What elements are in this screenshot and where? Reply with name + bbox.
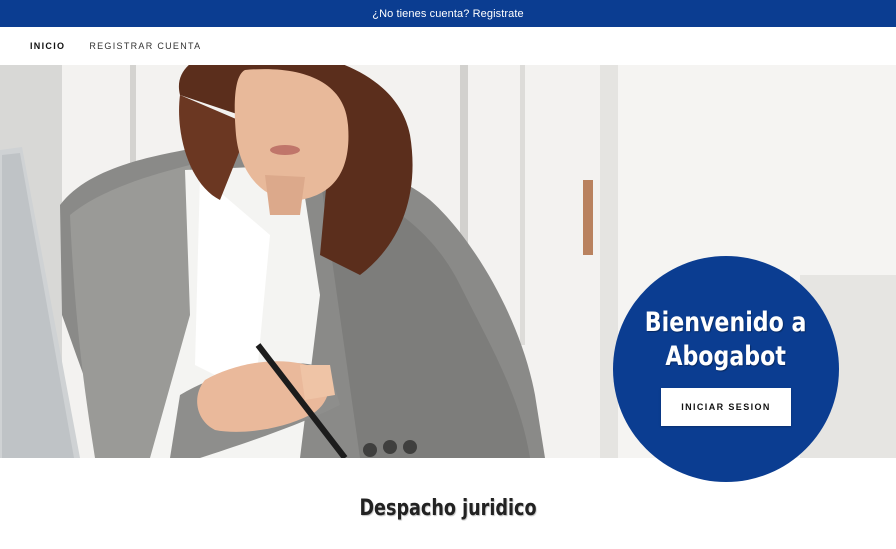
welcome-title: Bienvenido a Abogabot bbox=[645, 306, 807, 374]
main-nav: INICIO REGISTRAR CUENTA bbox=[0, 27, 896, 65]
welcome-badge: Bienvenido a Abogabot INICIAR SESION bbox=[613, 256, 839, 482]
nav-item-inicio[interactable]: INICIO bbox=[30, 41, 65, 51]
announcement-bar: ¿No tienes cuenta? Registrate bbox=[0, 0, 896, 27]
welcome-line-1: Bienvenido a bbox=[645, 307, 807, 338]
login-button[interactable]: INICIAR SESION bbox=[661, 388, 791, 426]
register-link[interactable]: ¿No tienes cuenta? Registrate bbox=[372, 8, 523, 20]
nav-item-registrar-cuenta[interactable]: REGISTRAR CUENTA bbox=[89, 41, 201, 51]
section-title: Despacho juridico bbox=[359, 496, 537, 521]
welcome-line-2: Abogabot bbox=[665, 341, 787, 372]
